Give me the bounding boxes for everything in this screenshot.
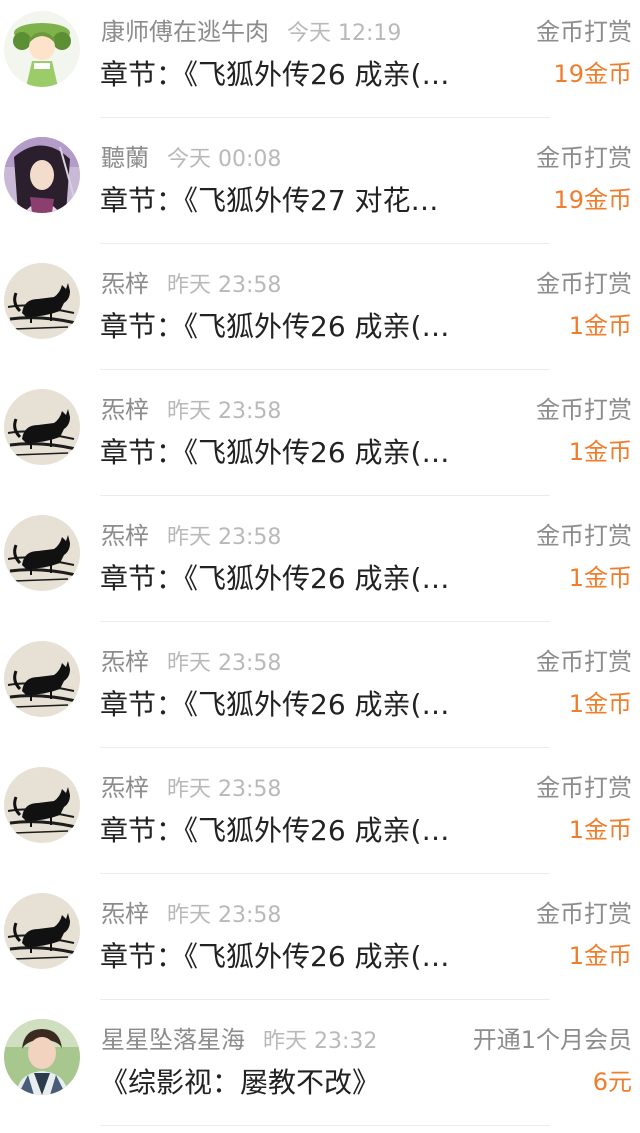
reward-amount: 1金币 [568, 312, 632, 340]
swordswoman-avatar [4, 137, 80, 213]
list-item[interactable]: 炁梓 昨天 23:58 章节：《飞狐外传26 成亲(… 金币打赏 1金币 [0, 496, 640, 622]
chapter-title[interactable]: 《综影视：屡教不改》 [100, 1064, 380, 1102]
avatar[interactable] [4, 515, 80, 591]
list-item[interactable]: 炁梓 昨天 23:58 章节：《飞狐外传26 成亲(… 金币打赏 1金币 [0, 748, 640, 874]
list-item[interactable]: 聽蘭 今天 00:08 章节：《飞狐外传27 对花… 金币打赏 19金币 [0, 118, 640, 244]
reward-type: 金币打赏 [536, 900, 632, 928]
avatar[interactable] [4, 893, 80, 969]
reward-amount: 1金币 [568, 438, 632, 466]
avatar[interactable] [4, 1019, 80, 1095]
boy-photo-avatar [4, 1019, 80, 1095]
avatar[interactable] [4, 767, 80, 843]
avatar[interactable] [4, 137, 80, 213]
black-cat-avatar [4, 893, 80, 969]
reward-type: 金币打赏 [536, 396, 632, 424]
avatar[interactable] [4, 389, 80, 465]
reward-amount: 1金币 [568, 816, 632, 844]
reward-type: 金币打赏 [536, 522, 632, 550]
reward-amount: 19金币 [553, 60, 632, 88]
list-item[interactable]: 炁梓 昨天 23:58 章节：《飞狐外传26 成亲(… 金币打赏 1金币 [0, 622, 640, 748]
reward-amount: 1金币 [568, 564, 632, 592]
avatar[interactable] [4, 641, 80, 717]
reward-list: 康师傅在逃牛肉 今天 12:19 章节：《飞狐外传26 成亲(… 金币打赏 19金… [0, 0, 640, 1126]
user-name[interactable]: 炁梓 昨天 23:58 [101, 646, 281, 680]
chapter-title[interactable]: 章节：《飞狐外传26 成亲(… [100, 938, 449, 976]
user-name[interactable]: 炁梓 昨天 23:58 [101, 772, 281, 806]
list-item[interactable]: 炁梓 昨天 23:58 章节：《飞狐外传26 成亲(… 金币打赏 1金币 [0, 244, 640, 370]
anime-girl-green-avatar [4, 11, 80, 87]
black-cat-avatar [4, 263, 80, 339]
timestamp: 昨天 23:58 [167, 651, 282, 676]
reward-type: 金币打赏 [536, 144, 632, 172]
user-name[interactable]: 炁梓 昨天 23:58 [101, 268, 281, 302]
reward-type: 金币打赏 [536, 18, 632, 46]
timestamp: 今天 12:19 [287, 21, 402, 46]
user-name-label: 星星坠落星海 [101, 1026, 245, 1054]
reward-type: 金币打赏 [536, 270, 632, 298]
user-name-label: 康师傅在逃牛肉 [101, 18, 269, 46]
reward-amount: 6元 [592, 1068, 632, 1096]
reward-amount: 1金币 [568, 942, 632, 970]
user-name-label: 炁梓 [101, 396, 149, 424]
user-name[interactable]: 炁梓 昨天 23:58 [101, 520, 281, 554]
timestamp: 昨天 23:58 [167, 525, 282, 550]
timestamp: 今天 00:08 [167, 147, 282, 172]
chapter-title[interactable]: 章节：《飞狐外传26 成亲(… [100, 686, 449, 724]
reward-amount: 19金币 [553, 186, 632, 214]
user-name-label: 炁梓 [101, 270, 149, 298]
timestamp: 昨天 23:58 [167, 273, 282, 298]
user-name[interactable]: 炁梓 昨天 23:58 [101, 394, 281, 428]
black-cat-avatar [4, 767, 80, 843]
black-cat-avatar [4, 389, 80, 465]
chapter-title[interactable]: 章节：《飞狐外传26 成亲(… [100, 434, 449, 472]
avatar[interactable] [4, 11, 80, 87]
chapter-title[interactable]: 章节：《飞狐外传26 成亲(… [100, 812, 449, 850]
avatar[interactable] [4, 263, 80, 339]
user-name-label: 炁梓 [101, 648, 149, 676]
reward-type: 金币打赏 [536, 648, 632, 676]
user-name-label: 炁梓 [101, 900, 149, 928]
list-item[interactable]: 康师傅在逃牛肉 今天 12:19 章节：《飞狐外传26 成亲(… 金币打赏 19金… [0, 0, 640, 118]
reward-amount: 1金币 [568, 690, 632, 718]
reward-type: 开通1个月会员 [472, 1026, 632, 1054]
user-name-label: 炁梓 [101, 522, 149, 550]
chapter-title[interactable]: 章节：《飞狐外传27 对花… [100, 182, 439, 220]
reward-type: 金币打赏 [536, 774, 632, 802]
timestamp: 昨天 23:58 [167, 903, 282, 928]
user-name[interactable]: 炁梓 昨天 23:58 [101, 898, 281, 932]
user-name[interactable]: 康师傅在逃牛肉 今天 12:19 [101, 16, 401, 50]
list-item[interactable]: 星星坠落星海 昨天 23:32 《综影视：屡教不改》 开通1个月会员 6元 [0, 1000, 640, 1126]
divider [100, 1125, 550, 1126]
user-name-label: 聽蘭 [101, 144, 149, 172]
timestamp: 昨天 23:32 [263, 1029, 378, 1054]
black-cat-avatar [4, 515, 80, 591]
user-name-label: 炁梓 [101, 774, 149, 802]
user-name[interactable]: 星星坠落星海 昨天 23:32 [101, 1024, 377, 1058]
list-item[interactable]: 炁梓 昨天 23:58 章节：《飞狐外传26 成亲(… 金币打赏 1金币 [0, 874, 640, 1000]
chapter-title[interactable]: 章节：《飞狐外传26 成亲(… [100, 560, 449, 598]
timestamp: 昨天 23:58 [167, 399, 282, 424]
user-name[interactable]: 聽蘭 今天 00:08 [101, 142, 281, 176]
chapter-title[interactable]: 章节：《飞狐外传26 成亲(… [100, 56, 449, 94]
chapter-title[interactable]: 章节：《飞狐外传26 成亲(… [100, 308, 449, 346]
timestamp: 昨天 23:58 [167, 777, 282, 802]
list-item[interactable]: 炁梓 昨天 23:58 章节：《飞狐外传26 成亲(… 金币打赏 1金币 [0, 370, 640, 496]
black-cat-avatar [4, 641, 80, 717]
